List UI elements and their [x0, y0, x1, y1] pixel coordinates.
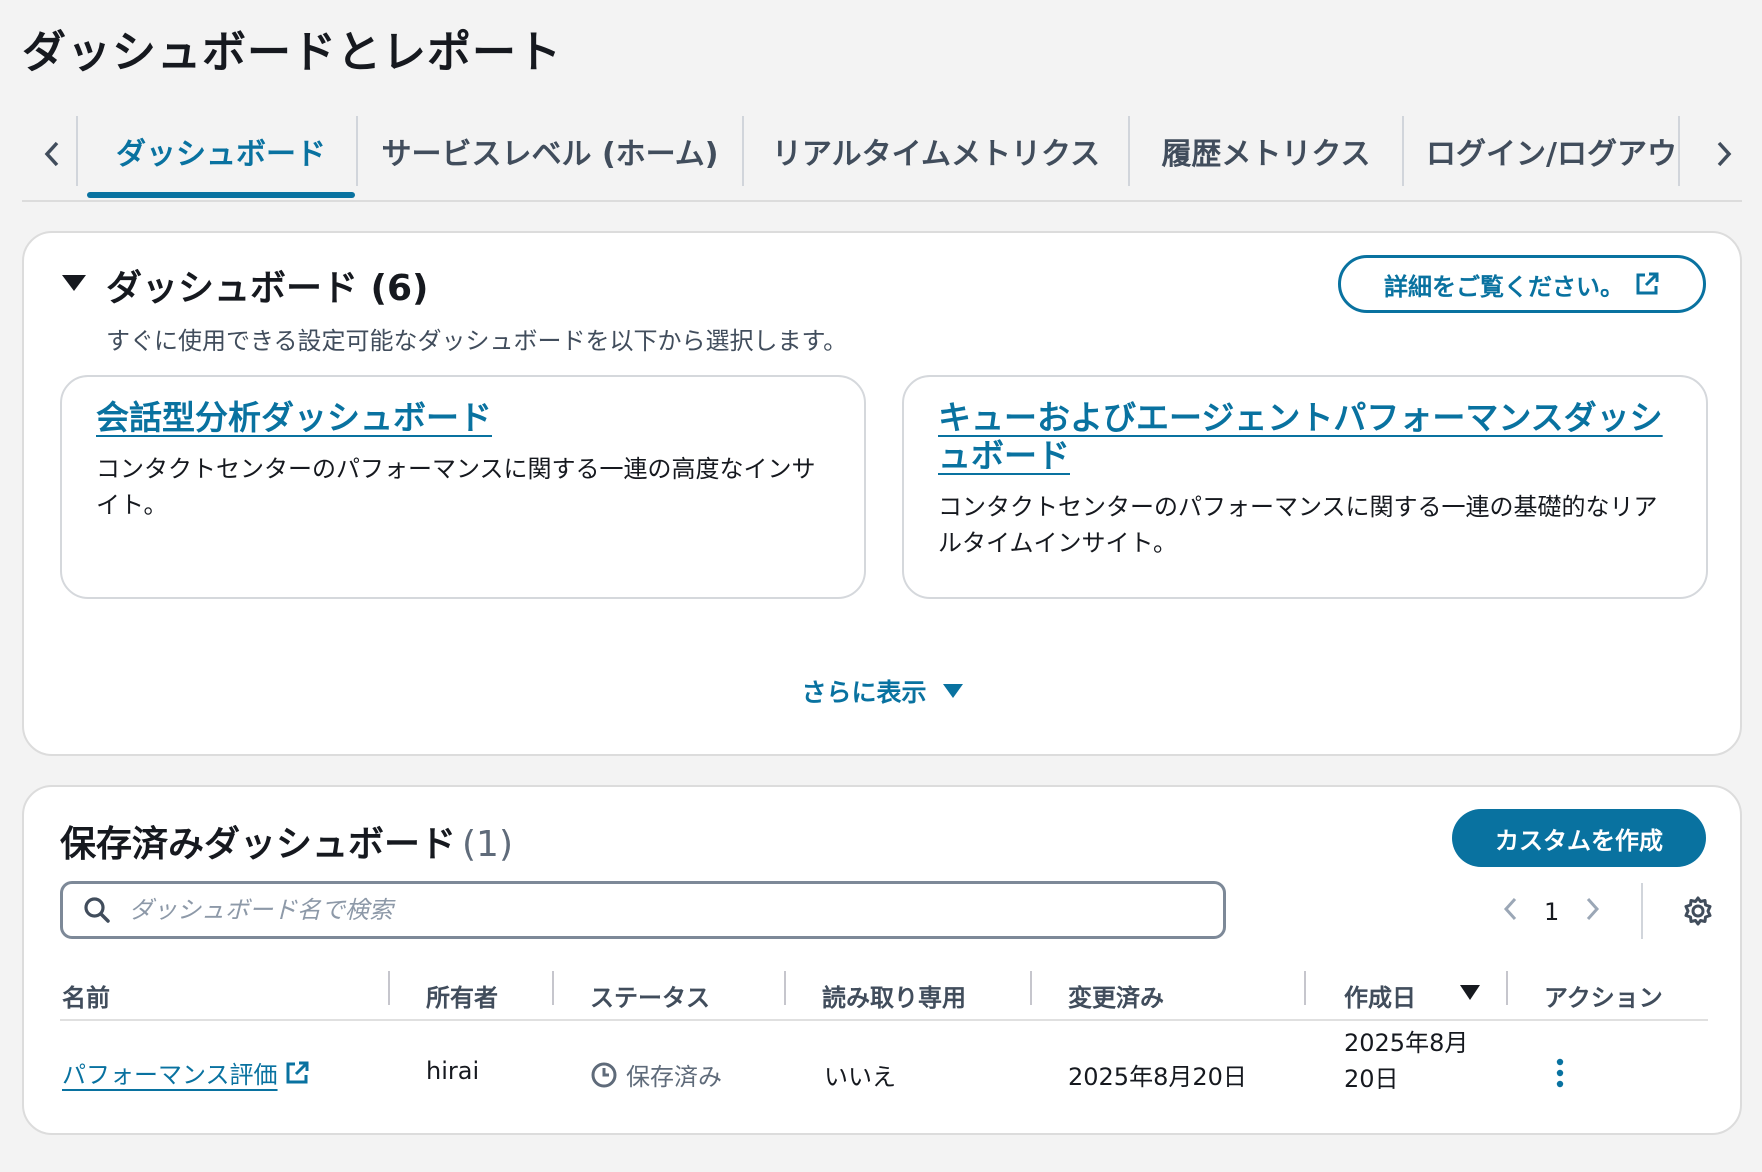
tab-service-level[interactable]: サービスレベル (ホーム)	[358, 118, 742, 184]
column-header-status[interactable]: ステータス	[590, 975, 710, 1015]
dashboard-card: 会話型分析ダッシュボード コンタクトセンターのパフォーマンスに関する一連の高度な…	[60, 375, 866, 599]
tab-realtime-metrics[interactable]: リアルタイムメトリクス	[744, 118, 1128, 184]
column-divider[interactable]	[388, 971, 390, 1005]
search-input[interactable]	[129, 896, 1223, 924]
dashboards-panel: ダッシュボード (6) すぐに使用できる設定可能なダッシュボードを以下から選択し…	[22, 231, 1742, 756]
dashboard-name: パフォーマンス評価	[62, 1061, 278, 1089]
created-cell: 2025年8月 20日	[1344, 1025, 1468, 1097]
learn-more-label: 詳細をご覧ください。	[1384, 272, 1624, 301]
created-date-line2: 20日	[1344, 1065, 1399, 1093]
tab-scroll-right-icon[interactable]	[1708, 134, 1740, 174]
created-date-line1: 2025年8月	[1344, 1029, 1469, 1057]
prev-page-icon[interactable]	[1502, 895, 1518, 930]
dashboard-name-link[interactable]: パフォーマンス評価	[62, 1055, 310, 1090]
show-more-button[interactable]: さらに表示	[24, 673, 1740, 709]
read-only-cell: いいえ	[824, 1063, 896, 1091]
tab-divider	[1678, 116, 1680, 186]
page-title: ダッシュボードとレポート	[22, 27, 562, 78]
card-description: コンタクトセンターのパフォーマンスに関する一連の高度なインサイト。	[96, 455, 816, 519]
next-page-icon[interactable]	[1585, 895, 1601, 930]
current-page[interactable]: 1	[1544, 898, 1559, 926]
saved-dashboards-panel: 保存済みダッシュボード(1) カスタムを作成 1 名前 所有者 ステータス 読み…	[22, 785, 1742, 1135]
column-header-modified[interactable]: 変更済み	[1068, 975, 1164, 1015]
column-header-owner[interactable]: 所有者	[426, 975, 498, 1015]
column-divider[interactable]	[1304, 971, 1306, 1005]
tab-bar: ダッシュボード サービスレベル (ホーム) リアルタイムメトリクス 履歴メトリク…	[22, 100, 1742, 202]
gear-icon[interactable]	[1682, 895, 1714, 931]
tab-divider	[1402, 116, 1404, 186]
more-actions-icon[interactable]	[1554, 1057, 1566, 1093]
pagination: 1	[1502, 887, 1601, 937]
tab-login-logout[interactable]: ログイン/ログアウ	[1426, 118, 1678, 184]
modified-cell: 2025年8月20日	[1068, 1063, 1247, 1091]
column-header-name[interactable]: 名前	[62, 975, 110, 1015]
pager-divider	[1641, 883, 1643, 939]
tab-historical-metrics[interactable]: 履歴メトリクス	[1130, 118, 1402, 184]
search-box	[60, 881, 1226, 939]
external-link-icon	[1636, 272, 1659, 295]
tab-divider	[76, 116, 78, 186]
column-header-actions: アクション	[1544, 983, 1663, 1012]
sort-descending-icon[interactable]	[1460, 985, 1480, 1000]
dashboard-card: キューおよびエージェントパフォーマンスダッシュボード コンタクトセンターのパフォ…	[902, 375, 1708, 599]
dashboards-description: すぐに使用できる設定可能なダッシュボードを以下から選択します。	[106, 327, 848, 355]
column-divider[interactable]	[552, 971, 554, 1005]
create-custom-button[interactable]: カスタムを作成	[1452, 809, 1706, 867]
saved-title-text: 保存済みダッシュボード	[60, 824, 457, 865]
column-header-read-only[interactable]: 読み取り専用	[822, 975, 966, 1015]
column-divider[interactable]	[1030, 971, 1032, 1005]
header-divider	[60, 1019, 1708, 1021]
card-title-link[interactable]: 会話型分析ダッシュボード	[96, 398, 492, 437]
caret-down-icon	[942, 684, 963, 698]
external-link-icon	[286, 1061, 309, 1083]
column-divider[interactable]	[784, 971, 786, 1005]
card-title-link[interactable]: キューおよびエージェントパフォーマンスダッシュボード	[938, 398, 1663, 475]
saved-dashboards-title: 保存済みダッシュボード (1)	[60, 815, 513, 867]
card-description: コンタクトセンターのパフォーマンスに関する一連の基礎的なリアルタイムインサイト。	[938, 493, 1658, 557]
collapse-caret-icon[interactable]	[62, 275, 86, 291]
saved-count: (1)	[462, 824, 514, 865]
status-cell: 保存済み	[590, 1057, 722, 1092]
clock-icon	[591, 1062, 617, 1087]
status-text: 保存済み	[626, 1063, 722, 1091]
owner-cell: hirai	[426, 1057, 480, 1085]
column-divider[interactable]	[1506, 971, 1508, 1005]
active-tab-indicator	[87, 192, 355, 198]
show-more-label: さらに表示	[801, 678, 927, 707]
learn-more-button[interactable]: 詳細をご覧ください。	[1338, 255, 1706, 313]
tab-dashboards[interactable]: ダッシュボード	[80, 118, 362, 184]
search-icon	[84, 897, 110, 923]
tab-scroll-left-icon[interactable]	[36, 134, 68, 174]
column-header-created[interactable]: 作成日	[1344, 975, 1416, 1015]
dashboards-title: ダッシュボード (6)	[106, 268, 429, 309]
